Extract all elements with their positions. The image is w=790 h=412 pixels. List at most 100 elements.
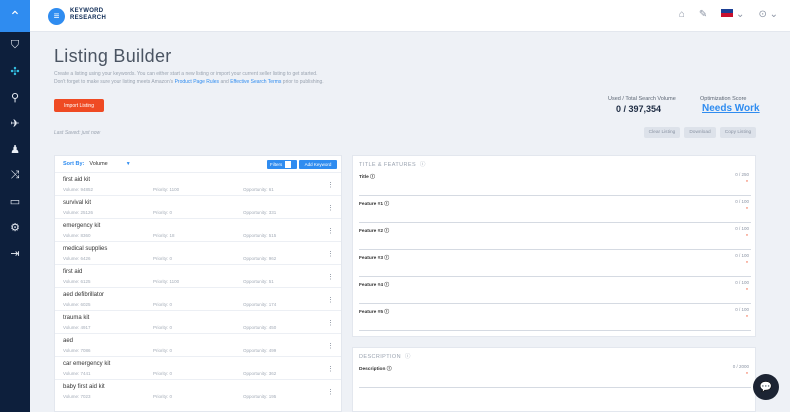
title-features-title: TITLE & FEATURES — [359, 162, 417, 168]
person-icon[interactable]: ♟ — [0, 136, 30, 162]
kebab-menu-icon[interactable]: ⋮ — [327, 388, 334, 396]
keyword-row[interactable]: car emergency kit Volume: 7441 Priority: 0… — [55, 356, 341, 379]
kebab-menu-icon[interactable]: ⋮ — [327, 181, 334, 189]
feature-field[interactable]: Feature #4 ⓘ 0 / 100 * — [359, 278, 751, 304]
required-marker: * — [746, 288, 748, 294]
keyword-opportunity: Opportunity: 499 — [243, 348, 277, 353]
keyword-opportunity: Opportunity: 962 — [243, 256, 277, 261]
feature-field[interactable]: Feature #2 ⓘ 0 / 100 * — [359, 224, 751, 250]
sort-select[interactable]: Volume — [89, 161, 107, 167]
info-icon[interactable]: ⓘ — [405, 354, 411, 360]
required-marker: * — [746, 207, 748, 213]
search-terms-link[interactable]: Effective Search Terms — [230, 79, 281, 85]
optimization-score-link[interactable]: Needs Work — [702, 103, 760, 114]
kebab-menu-icon[interactable]: ⋮ — [327, 204, 334, 212]
import-listing-button[interactable]: Import Listing — [54, 99, 104, 112]
kebab-menu-icon[interactable]: ⋮ — [327, 365, 334, 373]
sort-by-label: Sort By: — [63, 161, 85, 167]
info-icon[interactable]: ⓘ — [420, 162, 426, 168]
feature-field[interactable]: Feature #3 ⓘ 0 / 100 * — [359, 251, 751, 277]
keyword-row[interactable]: baby first aid kit Volume: 7023 Priority: … — [55, 379, 341, 402]
kebab-menu-icon[interactable]: ⋮ — [327, 227, 334, 235]
copy-listing-button[interactable]: Copy Listing — [720, 127, 756, 138]
page-description: Create a listing using your keywords. Yo… — [54, 70, 414, 86]
keyword-name: aed — [63, 338, 74, 344]
feature-field[interactable]: Feature #5 ⓘ 0 / 100 * — [359, 305, 751, 331]
keyword-row[interactable]: survival kit Volume: 25126 Priority: 0 Oppo… — [55, 195, 341, 218]
keyword-priority: Priority: 1100 — [153, 187, 180, 192]
info-icon[interactable]: ⓘ — [384, 202, 389, 207]
keyword-volume: Volume: 7023 — [63, 394, 91, 399]
shuffle-icon[interactable]: ⤨ — [0, 162, 30, 188]
search-icon[interactable]: ⚲ — [0, 84, 30, 110]
product-page-rules-link[interactable]: Product Page Rules — [175, 79, 219, 85]
keyword-row[interactable]: trauma kit Volume: 4917 Priority: 0 Opportu… — [55, 310, 341, 333]
app-logo-icon[interactable]: ⌃ — [0, 0, 30, 32]
feature-field[interactable]: Feature #1 ⓘ 0 / 100 * — [359, 197, 751, 223]
info-icon[interactable]: ⓘ — [384, 256, 389, 261]
shield-icon[interactable]: ⛉ — [0, 32, 30, 58]
required-marker: * — [746, 261, 748, 267]
keyword-row[interactable]: medical supplies Volume: 6426 Priority: 0 O… — [55, 241, 341, 264]
main-content: Listing Builder Create a listing using y… — [30, 32, 790, 412]
description-text: Don't forget to make sure your listing m… — [54, 79, 175, 85]
description-field[interactable]: Description ⓘ 0 / 2000 * — [359, 362, 751, 388]
info-icon[interactable]: ⓘ — [370, 175, 375, 180]
page-title: Listing Builder — [54, 46, 172, 66]
logout-icon[interactable]: ⇥ — [0, 240, 30, 266]
kebab-menu-icon[interactable]: ⋮ — [327, 273, 334, 281]
keyword-row[interactable]: aed defibrillator Volume: 6025 Priority: 0… — [55, 287, 341, 310]
info-icon[interactable]: ⓘ — [387, 367, 392, 372]
field-label-text: Feature #5 — [359, 310, 383, 315]
keyword-name: car emergency kit — [63, 361, 111, 367]
character-count: 0 / 100 — [735, 253, 749, 258]
character-count: 0 / 250 — [735, 172, 749, 177]
description-text: and — [219, 79, 231, 85]
top-bar-icons: ⌂ ✎ ⌄ ⊙ ⌄ — [679, 9, 778, 20]
kebab-menu-icon[interactable]: ⋮ — [327, 296, 334, 304]
title-field[interactable]: Title ⓘ 0 / 250 * — [359, 170, 751, 196]
info-icon[interactable]: ⓘ — [384, 310, 389, 315]
download-button[interactable]: Download — [684, 127, 716, 138]
field-label-text: Feature #2 — [359, 229, 383, 234]
settings-icon[interactable]: ⚙ — [0, 214, 30, 240]
keyword-name: medical supplies — [63, 246, 108, 252]
kebab-menu-icon[interactable]: ⋮ — [327, 319, 334, 327]
field-label: Feature #2 ⓘ — [359, 227, 389, 234]
keyword-row[interactable]: aed Volume: 7086 Priority: 0 Opportunity: 4… — [55, 333, 341, 356]
brand-line-1: KEYWORD — [70, 8, 104, 14]
required-marker: * — [746, 315, 748, 321]
keyword-row[interactable]: emergency kit Volume: 8360 Priority: 18 Opp… — [55, 218, 341, 241]
info-icon[interactable]: ⓘ — [384, 229, 389, 234]
keyword-volume: Volume: 6426 — [63, 256, 91, 261]
keyword-row[interactable]: first aid kit Volume: 94852 Priority: 1100… — [55, 172, 341, 195]
keyword-priority: Priority: 0 — [153, 325, 173, 330]
card-icon[interactable]: ▭ — [0, 188, 30, 214]
add-keyword-button[interactable]: Add Keyword — [299, 160, 337, 169]
filters-toggle[interactable]: Filters — [267, 160, 297, 169]
keyword-volume: Volume: 6125 — [63, 279, 91, 284]
description-text: prior to publishing. — [281, 79, 324, 85]
field-label-text: Feature #3 — [359, 256, 383, 261]
language-flag-icon[interactable]: ⌄ — [721, 9, 744, 20]
home-icon[interactable]: ⌂ — [679, 9, 685, 20]
nodes-icon[interactable]: ✣ — [0, 58, 30, 84]
keyword-name: first aid kit — [63, 177, 91, 183]
brand-logo-icon[interactable]: ≡ — [48, 8, 65, 25]
required-marker: * — [746, 372, 748, 378]
character-count: 0 / 100 — [735, 280, 749, 285]
chat-bubble-icon[interactable]: 💬 — [753, 374, 779, 400]
info-icon[interactable]: ⓘ — [384, 283, 389, 288]
kebab-menu-icon[interactable]: ⋮ — [327, 250, 334, 258]
keyword-volume: Volume: 7441 — [63, 371, 91, 376]
search-volume-label: Used / Total Search Volume — [608, 96, 676, 102]
chevron-down-icon[interactable]: ▼ — [126, 161, 131, 167]
kebab-menu-icon[interactable]: ⋮ — [327, 342, 334, 350]
help-icon[interactable]: ⊙ ⌄ — [758, 9, 778, 20]
field-label: Feature #5 ⓘ — [359, 308, 389, 315]
keyword-priority: Priority: 0 — [153, 256, 173, 261]
clear-listing-button[interactable]: Clear Listing — [644, 127, 680, 138]
rocket-icon[interactable]: ✈ — [0, 110, 30, 136]
pin-icon[interactable]: ✎ — [699, 9, 707, 20]
keyword-row[interactable]: first aid Volume: 6125 Priority: 1100 Oppor… — [55, 264, 341, 287]
